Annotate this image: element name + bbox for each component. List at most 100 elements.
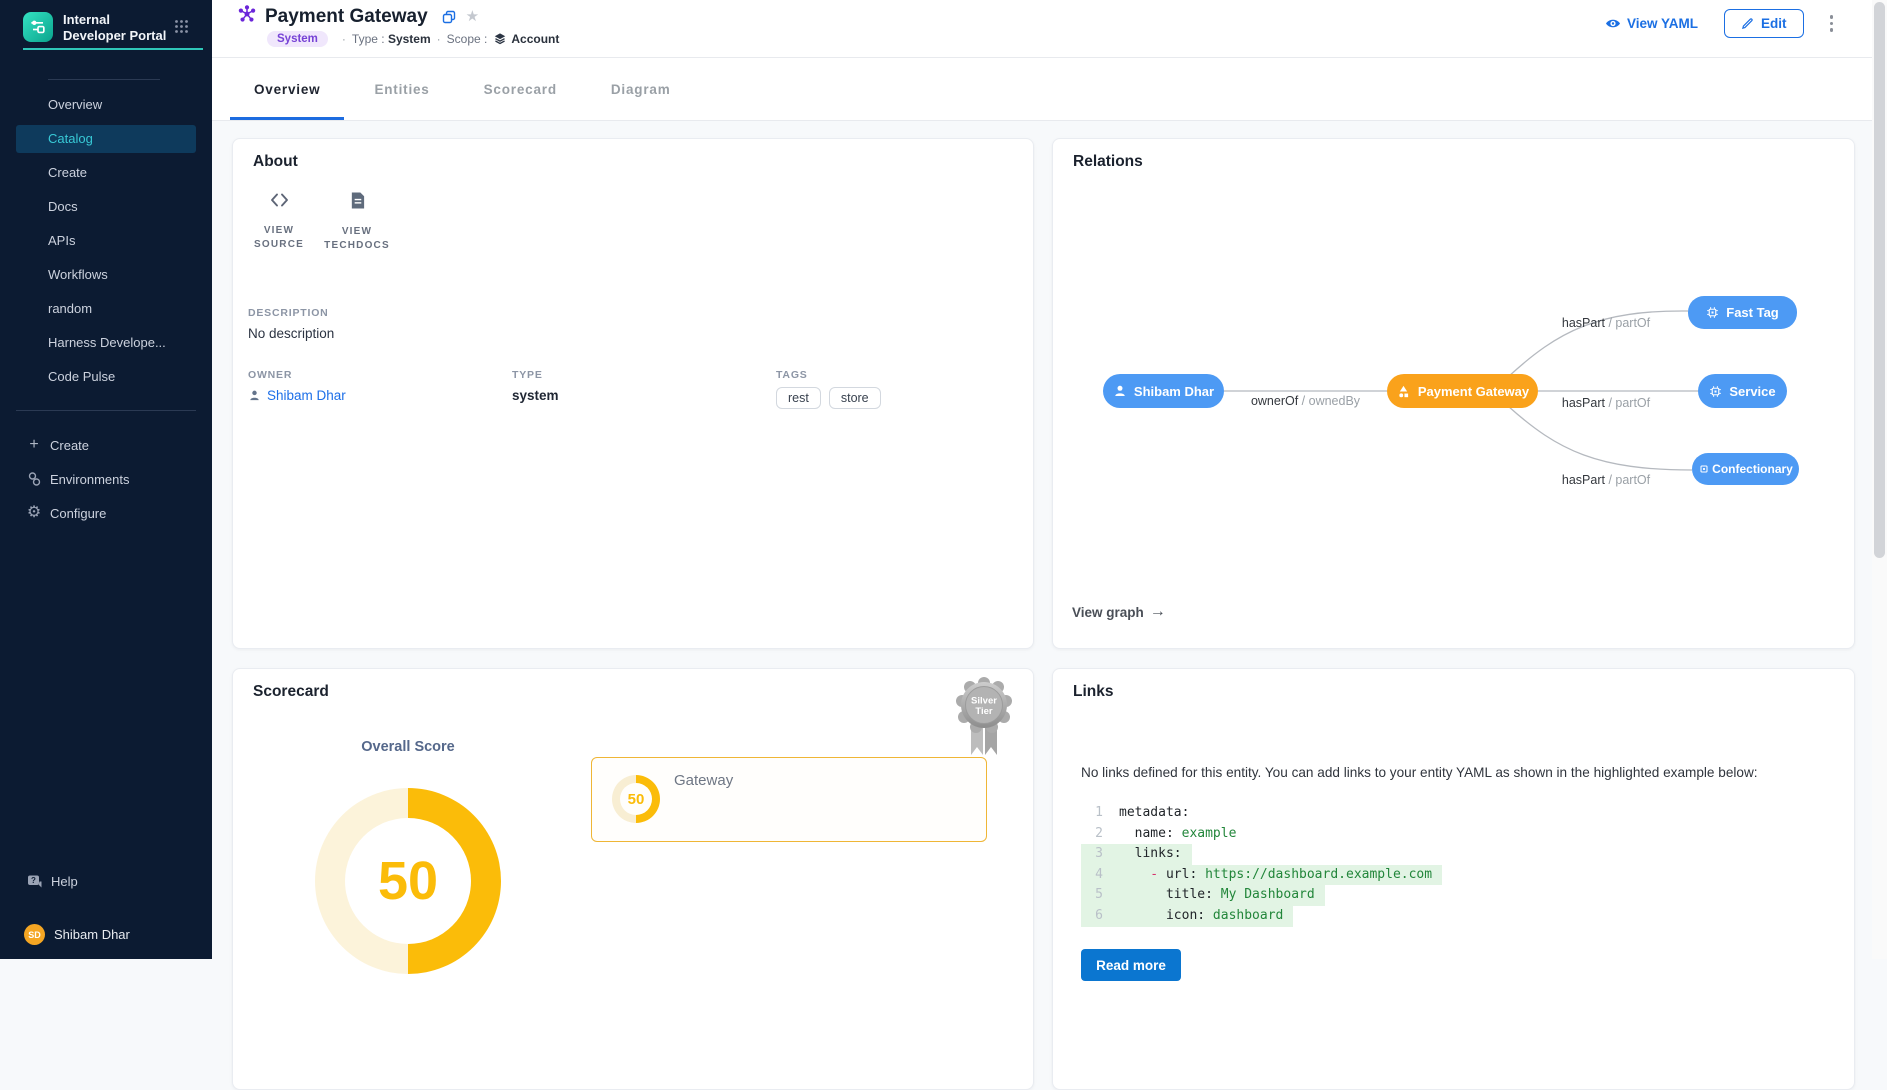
scorecard-title: Scorecard <box>253 683 329 701</box>
owner-label: OWNER <box>248 369 346 381</box>
silver-tier-badge: Silver Tier <box>956 675 1012 764</box>
more-options-icon[interactable] <box>1826 11 1838 36</box>
sidebar-item-docs[interactable]: Docs <box>0 190 212 224</box>
configure-label: Configure <box>50 506 106 521</box>
arrow-right-icon: → <box>1150 603 1166 621</box>
sidebar-item-catalog[interactable]: Catalog <box>16 125 196 153</box>
relation-node-confectionary[interactable]: Confectionary <box>1692 453 1799 485</box>
read-more-button[interactable]: Read more <box>1081 949 1181 981</box>
environments-label: Environments <box>50 472 129 487</box>
tag-chip[interactable]: store <box>829 387 881 409</box>
overall-score-donut: 50 <box>315 788 501 974</box>
pencil-icon <box>1741 17 1754 30</box>
svg-text:Silver: Silver <box>971 696 997 707</box>
sidebar-item-apis[interactable]: APIs <box>0 224 212 258</box>
system-entity-icon <box>237 4 257 29</box>
code-icon <box>269 191 290 214</box>
edit-button[interactable]: Edit <box>1724 9 1804 38</box>
code-line-3: 3 links: <box>1053 844 1854 865</box>
code-line-4: 4 - url: https://dashboard.example.com <box>1053 865 1854 886</box>
type-field-label: TYPE <box>512 369 559 381</box>
account-scope-icon <box>493 32 507 46</box>
tab-overview[interactable]: Overview <box>230 58 344 120</box>
sidebar-accent-divider <box>23 48 203 50</box>
view-techdocs-button[interactable]: VIEW TECHDOCS <box>315 191 399 253</box>
links-card: Links No links defined for this entity. … <box>1052 668 1855 1090</box>
sidebar-configure[interactable]: ⚙ Configure <box>0 496 212 530</box>
code-line-5: 5 title: My Dashboard <box>1053 885 1854 906</box>
avatar: SD <box>24 924 45 945</box>
tab-scorecard[interactable]: Scorecard <box>460 58 581 120</box>
type-field-value: system <box>512 388 559 403</box>
tab-entities[interactable]: Entities <box>350 58 453 120</box>
tags-label: TAGS <box>776 369 881 381</box>
scope-label: Scope : <box>447 32 488 46</box>
type-label: Type : <box>352 32 385 46</box>
sidebar-item-code-pulse[interactable]: Code Pulse <box>0 360 212 394</box>
links-empty-text: No links defined for this entity. You ca… <box>1081 763 1831 782</box>
sidebar-nav: Overview Catalog Create Docs APIs Workfl… <box>0 88 212 394</box>
code-line-1: 1metadata: <box>1053 803 1854 824</box>
view-techdocs-label: VIEW TECHDOCS <box>315 225 399 253</box>
relation-node-fast-tag[interactable]: Fast Tag <box>1688 296 1797 329</box>
help-label: Help <box>51 874 78 889</box>
view-source-label: VIEW SOURCE <box>237 224 321 252</box>
copy-icon[interactable] <box>442 10 456 24</box>
scorecard-card: Scorecard Overall Score 50 50 Gateway <box>232 668 1034 1090</box>
edge-label-haspart-2: hasPart / partOf <box>1546 396 1666 410</box>
tag-chip[interactable]: rest <box>776 387 821 409</box>
sidebar-environments[interactable]: Environments <box>0 462 212 496</box>
user-menu[interactable]: SD Shibam Dhar <box>24 924 130 945</box>
sidebar-utility: + Create Environments ⚙ Configure <box>0 428 212 530</box>
view-graph-link[interactable]: View graph → <box>1072 603 1166 621</box>
about-title: About <box>253 153 298 171</box>
sidebar-item-create[interactable]: Create <box>0 156 212 190</box>
create-label: Create <box>50 438 89 453</box>
sidebar-create-button[interactable]: + Create <box>0 428 212 462</box>
help-button[interactable]: ? Help <box>26 873 78 889</box>
relation-node-service[interactable]: Service <box>1698 374 1787 408</box>
overview-content: About VIEW SOURCE VIEW TECHDOCS DESCRI <box>212 120 1887 959</box>
chip-icon <box>1709 385 1722 398</box>
system-shapes-icon <box>1396 384 1411 399</box>
view-yaml-button[interactable]: View YAML <box>1605 16 1698 31</box>
chip-icon <box>1698 463 1710 475</box>
sidebar-item-random[interactable]: random <box>0 292 212 326</box>
app-grid-icon[interactable] <box>174 19 189 39</box>
sidebar-item-workflows[interactable]: Workflows <box>0 258 212 292</box>
scrollbar-track <box>1872 0 1887 959</box>
favorite-star-icon[interactable]: ★ <box>466 9 479 24</box>
gateway-score-value: 50 <box>628 791 645 808</box>
owner-link[interactable]: Shibam Dhar <box>248 388 346 403</box>
page-title: Payment Gateway <box>265 6 428 28</box>
view-source-button[interactable]: VIEW SOURCE <box>237 191 321 252</box>
svg-text:Tier: Tier <box>975 706 993 717</box>
tab-diagram[interactable]: Diagram <box>587 58 695 120</box>
gateway-scorecard[interactable]: 50 Gateway <box>591 757 987 842</box>
edit-label: Edit <box>1761 16 1787 31</box>
environments-icon <box>26 471 42 487</box>
sidebar: Internal Developer Portal Overview Catal… <box>0 0 212 959</box>
sidebar-item-overview[interactable]: Overview <box>0 88 212 122</box>
person-icon <box>248 389 261 402</box>
scrollbar-thumb[interactable] <box>1874 2 1885 558</box>
type-value: System <box>388 32 431 46</box>
code-line-2: 2 name: example <box>1053 824 1854 845</box>
edge-label-haspart-3: hasPart / partOf <box>1546 473 1666 487</box>
description-value: No description <box>248 326 334 341</box>
tab-bar: Overview Entities Scorecard Diagram <box>212 58 1887 121</box>
chip-icon <box>1706 306 1719 319</box>
gateway-scorecard-name: Gateway <box>674 772 733 789</box>
relation-node-payment-gateway[interactable]: Payment Gateway <box>1387 374 1538 408</box>
yaml-example-code: 1metadata: 2 name: example 3 links: 4 - … <box>1053 803 1854 927</box>
sidebar-item-harness-developer[interactable]: Harness Develope... <box>0 326 212 360</box>
user-name: Shibam Dhar <box>54 927 130 942</box>
plus-icon: + <box>26 437 42 453</box>
links-title: Links <box>1073 683 1113 701</box>
about-card: About VIEW SOURCE VIEW TECHDOCS DESCRI <box>232 138 1034 649</box>
sidebar-divider <box>48 79 160 80</box>
scope-value: Account <box>511 32 559 46</box>
eye-icon <box>1605 17 1621 30</box>
kind-badge: System <box>267 31 328 47</box>
relation-node-shibam-dhar[interactable]: Shibam Dhar <box>1103 374 1224 408</box>
